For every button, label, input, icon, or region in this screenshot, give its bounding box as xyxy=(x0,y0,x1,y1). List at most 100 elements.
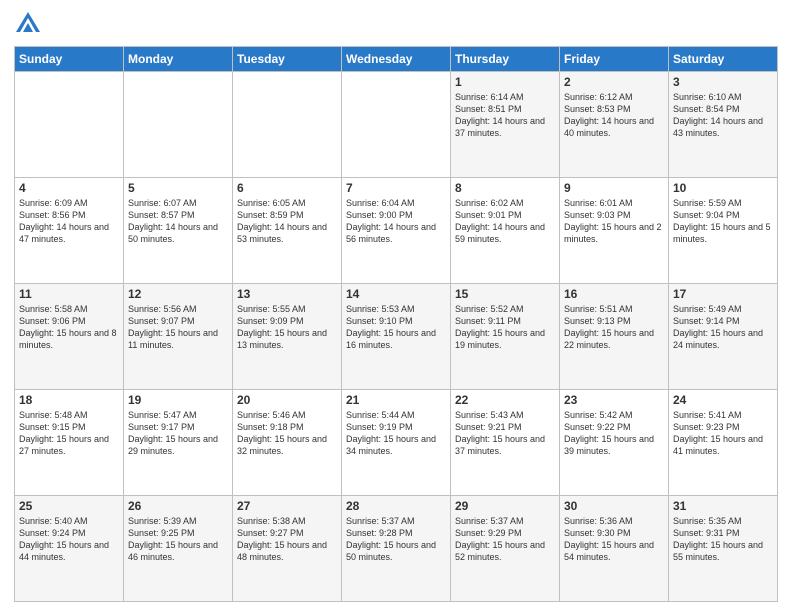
day-info: Sunrise: 5:46 AM Sunset: 9:18 PM Dayligh… xyxy=(237,409,337,458)
day-number: 21 xyxy=(346,393,446,407)
day-cell: 9Sunrise: 6:01 AM Sunset: 9:03 PM Daylig… xyxy=(560,178,669,284)
day-number: 15 xyxy=(455,287,555,301)
day-cell: 31 Sunrise: 5:35 AM Sunset: 9:31 PM Dayli… xyxy=(669,496,778,602)
day-cell xyxy=(233,72,342,178)
day-number: 5 xyxy=(128,181,228,195)
day-info: Sunrise: 5:43 AM Sunset: 9:21 PM Dayligh… xyxy=(455,409,555,458)
day-cell: 4Sunrise: 6:09 AM Sunset: 8:56 PM Daylig… xyxy=(15,178,124,284)
logo xyxy=(14,10,46,38)
calendar-header: SundayMondayTuesdayWednesdayThursdayFrid… xyxy=(15,47,778,72)
day-number: 14 xyxy=(346,287,446,301)
week-row-2: 4Sunrise: 6:09 AM Sunset: 8:56 PM Daylig… xyxy=(15,178,778,284)
weekday-header-wednesday: Wednesday xyxy=(342,47,451,72)
day-number: 11 xyxy=(19,287,119,301)
day-cell: 12 Sunrise: 5:56 AM Sunset: 9:07 PM Dayli… xyxy=(124,284,233,390)
day-info: Sunrise: 5:53 AM Sunset: 9:10 PM Dayligh… xyxy=(346,303,446,352)
day-number: 27 xyxy=(237,499,337,513)
day-cell: 30 Sunrise: 5:36 AM Sunset: 9:30 PM Dayli… xyxy=(560,496,669,602)
day-cell: 2Sunrise: 6:12 AM Sunset: 8:53 PM Daylig… xyxy=(560,72,669,178)
day-number: 30 xyxy=(564,499,664,513)
day-info: Sunrise: 6:07 AM Sunset: 8:57 PM Dayligh… xyxy=(128,197,228,246)
weekday-header-saturday: Saturday xyxy=(669,47,778,72)
day-info: Sunrise: 5:58 AM Sunset: 9:06 PM Dayligh… xyxy=(19,303,119,352)
day-info: Sunrise: 5:42 AM Sunset: 9:22 PM Dayligh… xyxy=(564,409,664,458)
day-info: Sunrise: 5:47 AM Sunset: 9:17 PM Dayligh… xyxy=(128,409,228,458)
day-number: 18 xyxy=(19,393,119,407)
day-number: 13 xyxy=(237,287,337,301)
day-info: Sunrise: 5:49 AM Sunset: 9:14 PM Dayligh… xyxy=(673,303,773,352)
day-info: Sunrise: 5:55 AM Sunset: 9:09 PM Dayligh… xyxy=(237,303,337,352)
day-cell xyxy=(342,72,451,178)
day-number: 12 xyxy=(128,287,228,301)
day-cell: 6Sunrise: 6:05 AM Sunset: 8:59 PM Daylig… xyxy=(233,178,342,284)
day-number: 10 xyxy=(673,181,773,195)
day-info: Sunrise: 5:44 AM Sunset: 9:19 PM Dayligh… xyxy=(346,409,446,458)
day-info: Sunrise: 6:12 AM Sunset: 8:53 PM Dayligh… xyxy=(564,91,664,140)
day-number: 24 xyxy=(673,393,773,407)
day-info: Sunrise: 5:37 AM Sunset: 9:29 PM Dayligh… xyxy=(455,515,555,564)
week-row-5: 25 Sunrise: 5:40 AM Sunset: 9:24 PM Dayli… xyxy=(15,496,778,602)
week-row-1: 1 Sunrise: 6:14 AM Sunset: 8:51 PM Daylig… xyxy=(15,72,778,178)
day-info: Sunrise: 5:48 AM Sunset: 9:15 PM Dayligh… xyxy=(19,409,119,458)
day-cell: 11 Sunrise: 5:58 AM Sunset: 9:06 PM Dayli… xyxy=(15,284,124,390)
day-cell xyxy=(124,72,233,178)
day-info: Sunrise: 6:05 AM Sunset: 8:59 PM Dayligh… xyxy=(237,197,337,246)
weekday-header-monday: Monday xyxy=(124,47,233,72)
day-cell: 5 Sunrise: 6:07 AM Sunset: 8:57 PM Daylig… xyxy=(124,178,233,284)
day-cell: 3 Sunrise: 6:10 AM Sunset: 8:54 PM Daylig… xyxy=(669,72,778,178)
day-number: 3 xyxy=(673,75,773,89)
day-cell: 1 Sunrise: 6:14 AM Sunset: 8:51 PM Daylig… xyxy=(451,72,560,178)
calendar: SundayMondayTuesdayWednesdayThursdayFrid… xyxy=(14,46,778,602)
day-number: 31 xyxy=(673,499,773,513)
day-number: 29 xyxy=(455,499,555,513)
day-cell: 8 Sunrise: 6:02 AM Sunset: 9:01 PM Daylig… xyxy=(451,178,560,284)
day-cell: 27 Sunrise: 5:38 AM Sunset: 9:27 PM Dayli… xyxy=(233,496,342,602)
day-cell: 16 Sunrise: 5:51 AM Sunset: 9:13 PM Dayli… xyxy=(560,284,669,390)
day-cell: 22 Sunrise: 5:43 AM Sunset: 9:21 PM Dayli… xyxy=(451,390,560,496)
calendar-body: 1 Sunrise: 6:14 AM Sunset: 8:51 PM Daylig… xyxy=(15,72,778,602)
day-cell: 24 Sunrise: 5:41 AM Sunset: 9:23 PM Dayli… xyxy=(669,390,778,496)
day-info: Sunrise: 5:51 AM Sunset: 9:13 PM Dayligh… xyxy=(564,303,664,352)
day-info: Sunrise: 5:41 AM Sunset: 9:23 PM Dayligh… xyxy=(673,409,773,458)
day-info: Sunrise: 5:52 AM Sunset: 9:11 PM Dayligh… xyxy=(455,303,555,352)
day-info: Sunrise: 5:40 AM Sunset: 9:24 PM Dayligh… xyxy=(19,515,119,564)
day-cell: 19 Sunrise: 5:47 AM Sunset: 9:17 PM Dayli… xyxy=(124,390,233,496)
day-number: 16 xyxy=(564,287,664,301)
day-cell: 26Sunrise: 5:39 AM Sunset: 9:25 PM Dayli… xyxy=(124,496,233,602)
day-number: 20 xyxy=(237,393,337,407)
weekday-header-tuesday: Tuesday xyxy=(233,47,342,72)
day-info: Sunrise: 6:02 AM Sunset: 9:01 PM Dayligh… xyxy=(455,197,555,246)
day-cell: 25 Sunrise: 5:40 AM Sunset: 9:24 PM Dayli… xyxy=(15,496,124,602)
day-cell: 28Sunrise: 5:37 AM Sunset: 9:28 PM Dayli… xyxy=(342,496,451,602)
day-info: Sunrise: 5:59 AM Sunset: 9:04 PM Dayligh… xyxy=(673,197,773,246)
day-number: 22 xyxy=(455,393,555,407)
day-info: Sunrise: 6:14 AM Sunset: 8:51 PM Dayligh… xyxy=(455,91,555,140)
day-number: 9 xyxy=(564,181,664,195)
day-cell xyxy=(15,72,124,178)
day-number: 28 xyxy=(346,499,446,513)
day-number: 8 xyxy=(455,181,555,195)
day-number: 1 xyxy=(455,75,555,89)
weekday-header-thursday: Thursday xyxy=(451,47,560,72)
day-number: 23 xyxy=(564,393,664,407)
day-cell: 13 Sunrise: 5:55 AM Sunset: 9:09 PM Dayli… xyxy=(233,284,342,390)
day-info: Sunrise: 5:36 AM Sunset: 9:30 PM Dayligh… xyxy=(564,515,664,564)
week-row-4: 18 Sunrise: 5:48 AM Sunset: 9:15 PM Dayli… xyxy=(15,390,778,496)
day-cell: 21 Sunrise: 5:44 AM Sunset: 9:19 PM Dayli… xyxy=(342,390,451,496)
weekday-row: SundayMondayTuesdayWednesdayThursdayFrid… xyxy=(15,47,778,72)
day-number: 19 xyxy=(128,393,228,407)
day-number: 25 xyxy=(19,499,119,513)
week-row-3: 11 Sunrise: 5:58 AM Sunset: 9:06 PM Dayli… xyxy=(15,284,778,390)
weekday-header-sunday: Sunday xyxy=(15,47,124,72)
day-info: Sunrise: 5:38 AM Sunset: 9:27 PM Dayligh… xyxy=(237,515,337,564)
day-cell: 14 Sunrise: 5:53 AM Sunset: 9:10 PM Dayli… xyxy=(342,284,451,390)
day-info: Sunrise: 5:56 AM Sunset: 9:07 PM Dayligh… xyxy=(128,303,228,352)
day-cell: 17 Sunrise: 5:49 AM Sunset: 9:14 PM Dayli… xyxy=(669,284,778,390)
day-info: Sunrise: 6:09 AM Sunset: 8:56 PM Dayligh… xyxy=(19,197,119,246)
day-cell: 23 Sunrise: 5:42 AM Sunset: 9:22 PM Dayli… xyxy=(560,390,669,496)
day-info: Sunrise: 5:35 AM Sunset: 9:31 PM Dayligh… xyxy=(673,515,773,564)
weekday-header-friday: Friday xyxy=(560,47,669,72)
day-info: Sunrise: 6:10 AM Sunset: 8:54 PM Dayligh… xyxy=(673,91,773,140)
page: SundayMondayTuesdayWednesdayThursdayFrid… xyxy=(0,0,792,612)
day-number: 17 xyxy=(673,287,773,301)
